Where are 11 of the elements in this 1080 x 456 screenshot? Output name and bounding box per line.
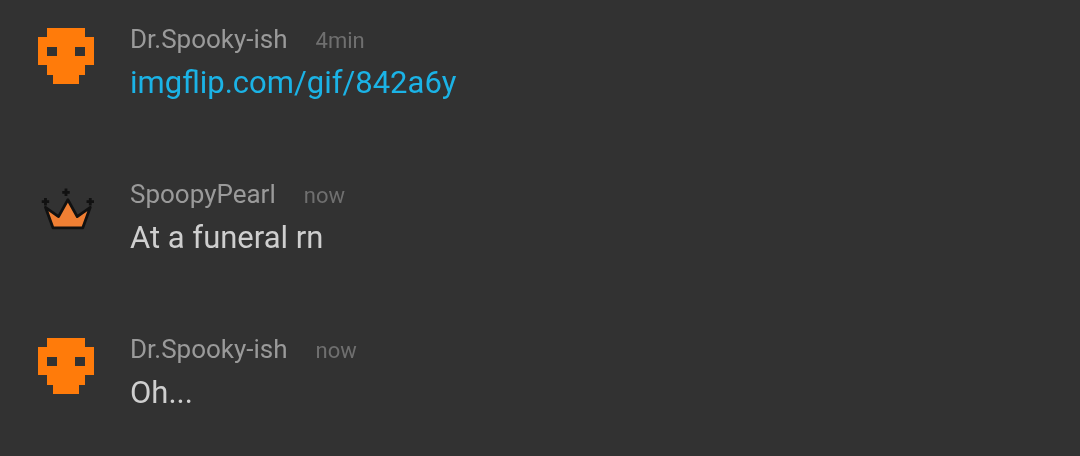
message-text: At a funeral rn — [130, 219, 325, 256]
timestamp: now — [315, 338, 357, 363]
username[interactable]: SpoopyPearl — [130, 179, 276, 209]
message-link[interactable]: imgflip.com/gif/842a6y — [130, 64, 457, 101]
timestamp: 4min — [315, 28, 365, 53]
skull-icon — [38, 28, 94, 84]
message-text: Oh... — [130, 374, 194, 411]
username[interactable]: Dr.Spooky-ish — [130, 24, 288, 54]
timestamp: now — [303, 183, 345, 208]
username[interactable]: Dr.Spooky-ish — [130, 334, 288, 364]
skull-icon — [38, 338, 94, 394]
